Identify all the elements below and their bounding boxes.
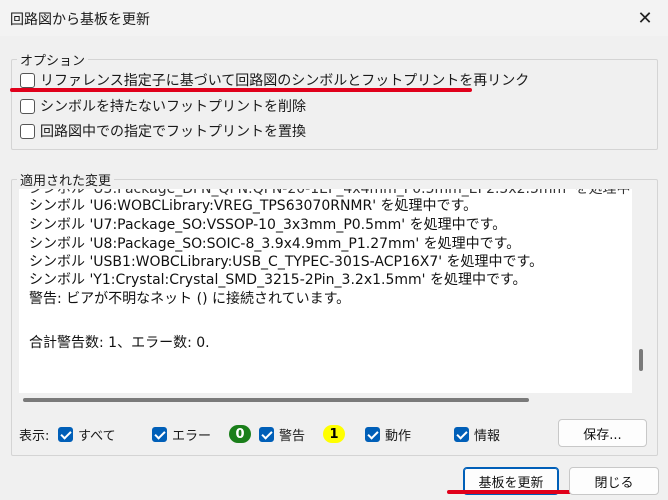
relink-option-label: リファレンス指定子に基づいて回路図のシンボルとフットプリントを再リンク (40, 73, 530, 89)
show-label: 表示: (19, 428, 50, 444)
options-group-label: オプション (17, 50, 89, 69)
changes-group-label: 適用された変更 (17, 170, 115, 189)
changes-log[interactable]: シンボル 'U5:Package_DFN_QFN:QFN-20-1EP_4x4m… (19, 189, 632, 393)
filter-errors-label: エラー (172, 428, 212, 444)
delete-unused-option-label: シンボルを持たないフットプリントを削除 (40, 99, 306, 115)
relink-checkbox[interactable] (20, 72, 35, 88)
annotation-underline (447, 490, 572, 494)
log-line-warning: 警告: ビアが不明なネット () に接続されています。 (29, 291, 351, 307)
error-count-badge: 0 (229, 425, 252, 443)
log-line: シンボル 'U6:WOBCLibrary:VREG_TPS63070RNMR' … (29, 198, 478, 214)
filter-all[interactable]: すべて (58, 424, 116, 444)
log-line: シンボル 'U7:Package_SO:VSSOP-10_3x3mm_P0.5m… (29, 217, 507, 233)
replace-footprint-checkbox[interactable] (20, 123, 35, 139)
filter-info[interactable]: 情報 (454, 424, 500, 444)
filter-errors-checkbox[interactable] (152, 426, 167, 442)
filter-actions-label: 動作 (385, 428, 412, 444)
title-bar: 回路図から基板を更新 ✕ (0, 0, 668, 36)
log-line-summary: 合計警告数: 1、エラー数: 0. (29, 335, 210, 351)
filter-errors[interactable]: エラー 0 (152, 424, 252, 444)
filter-actions[interactable]: 動作 (365, 424, 411, 444)
filter-info-label: 情報 (474, 428, 501, 444)
close-button[interactable]: 閉じる (569, 467, 659, 495)
close-icon[interactable]: ✕ (622, 0, 668, 36)
update-pcb-dialog: 回路図から基板を更新 ✕ オプション リファレンス指定子に基づいて回路図のシンボ… (0, 0, 668, 500)
log-vertical-scroll-thumb[interactable] (639, 349, 643, 371)
relink-option[interactable]: リファレンス指定子に基づいて回路図のシンボルとフットプリントを再リンク (20, 70, 529, 90)
replace-footprint-option[interactable]: 回路図中での指定でフットプリントを置換 (20, 121, 306, 141)
log-line: シンボル 'USB1:WOBCLibrary:USB_C_TYPEC-301S-… (29, 254, 544, 270)
filter-warnings-label: 警告 (279, 428, 306, 444)
log-horizontal-scroll-thumb[interactable] (23, 398, 529, 402)
filter-info-checkbox[interactable] (454, 426, 469, 442)
warning-count-badge: 1 (323, 425, 346, 443)
replace-footprint-option-label: 回路図中での指定でフットプリントを置換 (40, 124, 306, 140)
filter-warnings[interactable]: 警告 1 (259, 424, 346, 444)
annotation-underline (10, 88, 472, 92)
window-title: 回路図から基板を更新 (10, 12, 150, 28)
filter-all-checkbox[interactable] (58, 426, 73, 442)
delete-unused-option[interactable]: シンボルを持たないフットプリントを削除 (20, 96, 306, 116)
log-line: シンボル 'U8:Package_SO:SOIC-8_3.9x4.9mm_P1.… (29, 236, 521, 252)
delete-unused-checkbox[interactable] (20, 98, 35, 114)
log-vertical-scrollbar[interactable] (632, 189, 646, 393)
log-horizontal-scrollbar[interactable] (19, 393, 632, 407)
filter-all-label: すべて (78, 428, 116, 444)
filter-actions-checkbox[interactable] (365, 426, 380, 442)
log-line: シンボル 'Y1:Crystal:Crystal_SMD_3215-2Pin_3… (29, 272, 527, 288)
filter-warnings-checkbox[interactable] (259, 426, 274, 442)
save-report-button[interactable]: 保存... (558, 419, 647, 447)
